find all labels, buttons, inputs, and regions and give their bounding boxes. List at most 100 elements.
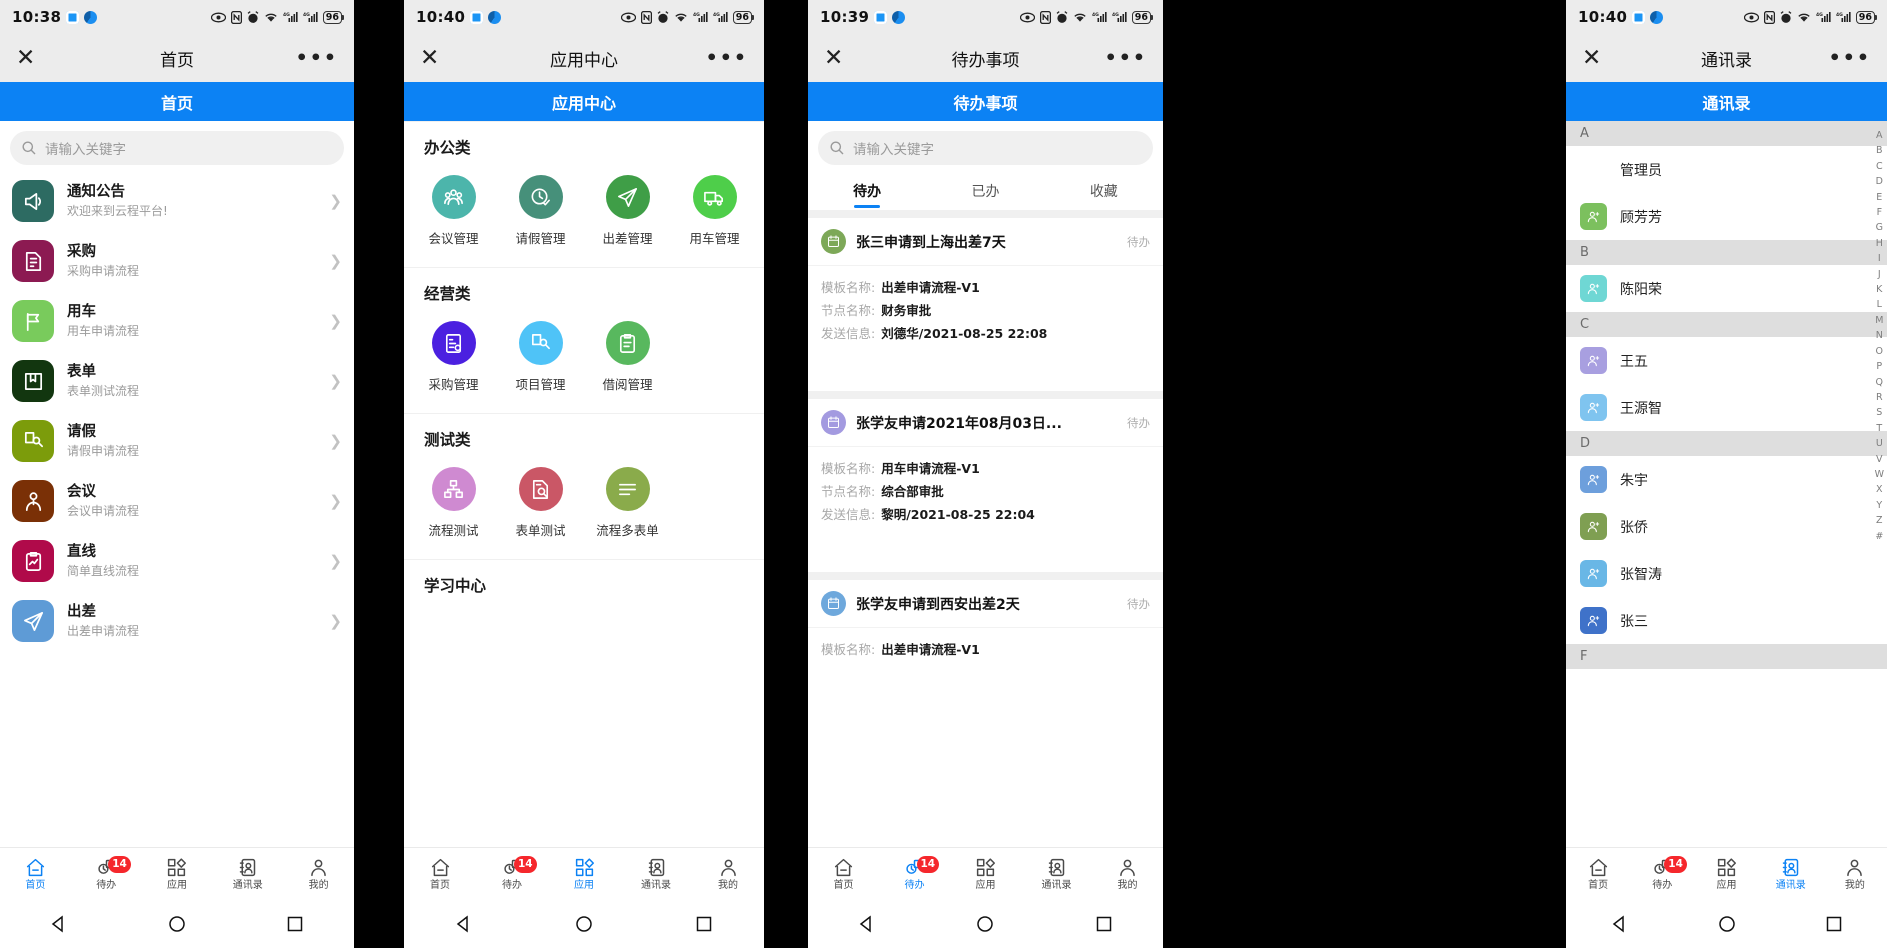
- list-item[interactable]: 直线 简单直线流程 ❯: [0, 531, 354, 591]
- list-item[interactable]: 出差 出差申请流程 ❯: [0, 591, 354, 651]
- back-icon[interactable]: [49, 914, 69, 934]
- tab-首页[interactable]: 首页: [1566, 857, 1630, 892]
- app-tile[interactable]: 流程测试: [410, 458, 497, 549]
- tab-应用[interactable]: 应用: [950, 857, 1021, 892]
- close-icon[interactable]: ✕: [420, 46, 439, 70]
- tab-首页[interactable]: 首页: [404, 857, 476, 892]
- app-tile[interactable]: 出差管理: [584, 166, 671, 257]
- index-letter[interactable]: H: [1876, 236, 1883, 251]
- app-tile[interactable]: 表单测试: [497, 458, 584, 549]
- index-letter[interactable]: S: [1876, 405, 1882, 420]
- index-letter[interactable]: O: [1876, 344, 1883, 359]
- search-input[interactable]: 请输入关键字: [818, 131, 1153, 165]
- index-letter[interactable]: J: [1878, 267, 1881, 282]
- contact-row[interactable]: 管理员: [1566, 146, 1887, 193]
- todo-tab-待办[interactable]: 待办: [808, 171, 926, 210]
- tab-应用[interactable]: 应用: [142, 857, 213, 892]
- app-tile[interactable]: 采购管理: [410, 312, 497, 403]
- todo-tab-已办[interactable]: 已办: [926, 171, 1044, 210]
- close-icon[interactable]: ✕: [824, 46, 843, 70]
- tab-通讯录[interactable]: 通讯录: [212, 857, 283, 892]
- index-letter[interactable]: E: [1876, 190, 1882, 205]
- index-letter[interactable]: M: [1875, 313, 1883, 328]
- tab-通讯录[interactable]: 通讯录: [620, 857, 692, 892]
- list-item[interactable]: 请假 请假申请流程 ❯: [0, 411, 354, 471]
- contact-row[interactable]: 张三: [1566, 597, 1887, 644]
- tab-我的[interactable]: 我的: [1823, 857, 1887, 892]
- todo-tab-收藏[interactable]: 收藏: [1045, 171, 1163, 210]
- back-icon[interactable]: [454, 914, 474, 934]
- home-circle-icon[interactable]: [167, 914, 187, 934]
- contact-row[interactable]: 王源智: [1566, 384, 1887, 431]
- tab-待办[interactable]: 14 待办: [1630, 855, 1694, 892]
- tab-应用[interactable]: 应用: [548, 857, 620, 892]
- app-tile[interactable]: 项目管理: [497, 312, 584, 403]
- index-letter[interactable]: U: [1876, 436, 1883, 451]
- todo-card[interactable]: 张三申请到上海出差7天 待办 模板名称: 出差申请流程-V1 节点名称: 财务审批 发送信息…: [808, 218, 1163, 391]
- index-letter[interactable]: X: [1876, 482, 1883, 497]
- contact-row[interactable]: 朱宇: [1566, 456, 1887, 503]
- list-item[interactable]: 采购 采购申请流程 ❯: [0, 231, 354, 291]
- contact-row[interactable]: 王五: [1566, 337, 1887, 384]
- home-circle-icon[interactable]: [1717, 914, 1737, 934]
- tab-应用[interactable]: 应用: [1694, 857, 1758, 892]
- index-letter[interactable]: V: [1876, 452, 1883, 467]
- app-tile[interactable]: 流程多表单: [584, 458, 671, 549]
- tab-我的[interactable]: 我的: [1092, 857, 1163, 892]
- index-letter[interactable]: G: [1876, 220, 1883, 235]
- index-letter[interactable]: N: [1876, 328, 1883, 343]
- app-tile[interactable]: 会议管理: [410, 166, 497, 257]
- tab-通讯录[interactable]: 通讯录: [1759, 857, 1823, 892]
- list-item[interactable]: 表单 表单测试流程 ❯: [0, 351, 354, 411]
- more-icon[interactable]: •••: [706, 49, 748, 68]
- close-icon[interactable]: ✕: [16, 46, 35, 70]
- alphabet-index[interactable]: A B C D E F G H I J K L M N O P Q R S T U V W X Y Z #: [1875, 128, 1884, 544]
- tab-待办[interactable]: 14 待办: [476, 855, 548, 892]
- index-letter[interactable]: K: [1876, 282, 1882, 297]
- index-letter[interactable]: C: [1876, 159, 1883, 174]
- index-letter[interactable]: A: [1876, 128, 1883, 143]
- contact-row[interactable]: 张智涛: [1566, 550, 1887, 597]
- close-icon[interactable]: ✕: [1582, 46, 1601, 70]
- recents-icon[interactable]: [285, 914, 305, 934]
- index-letter[interactable]: B: [1876, 143, 1883, 158]
- recents-icon[interactable]: [1824, 914, 1844, 934]
- app-tile[interactable]: 借阅管理: [584, 312, 671, 403]
- contact-row[interactable]: 陈阳荣: [1566, 265, 1887, 312]
- todo-card[interactable]: 张学友申请到西安出差2天 待办 模板名称: 出差申请流程-V1: [808, 580, 1163, 665]
- list-item[interactable]: 用车 用车申请流程 ❯: [0, 291, 354, 351]
- index-letter[interactable]: D: [1876, 174, 1883, 189]
- app-tile[interactable]: 请假管理: [497, 166, 584, 257]
- index-letter[interactable]: P: [1876, 359, 1882, 374]
- tab-首页[interactable]: 首页: [808, 857, 879, 892]
- tab-待办[interactable]: 14 待办: [879, 855, 950, 892]
- back-icon[interactable]: [857, 914, 877, 934]
- home-circle-icon[interactable]: [574, 914, 594, 934]
- list-item[interactable]: 会议 会议申请流程 ❯: [0, 471, 354, 531]
- index-letter[interactable]: #: [1875, 529, 1883, 544]
- recents-icon[interactable]: [694, 914, 714, 934]
- more-icon[interactable]: •••: [1829, 49, 1871, 68]
- index-letter[interactable]: F: [1877, 205, 1882, 220]
- tab-首页[interactable]: 首页: [0, 857, 71, 892]
- more-icon[interactable]: •••: [296, 49, 338, 68]
- todo-card[interactable]: 张学友申请2021年08月03日... 待办 模板名称: 用车申请流程-V1 节点名称:…: [808, 399, 1163, 572]
- index-letter[interactable]: Z: [1876, 513, 1883, 528]
- tab-通讯录[interactable]: 通讯录: [1021, 857, 1092, 892]
- app-tile[interactable]: 用车管理: [671, 166, 758, 257]
- contact-row[interactable]: 顾芳芳: [1566, 193, 1887, 240]
- index-letter[interactable]: T: [1876, 421, 1882, 436]
- search-input[interactable]: 请输入关键字: [10, 131, 344, 165]
- recents-icon[interactable]: [1094, 914, 1114, 934]
- tab-我的[interactable]: 我的: [283, 857, 354, 892]
- index-letter[interactable]: L: [1877, 297, 1882, 312]
- list-item[interactable]: 通知公告 欢迎来到云程平台! ❯: [0, 171, 354, 231]
- tab-待办[interactable]: 14 待办: [71, 855, 142, 892]
- home-circle-icon[interactable]: [975, 914, 995, 934]
- index-letter[interactable]: W: [1875, 467, 1884, 482]
- index-letter[interactable]: Y: [1876, 498, 1882, 513]
- more-icon[interactable]: •••: [1105, 49, 1147, 68]
- index-letter[interactable]: Q: [1876, 375, 1883, 390]
- contact-row[interactable]: 张侨: [1566, 503, 1887, 550]
- index-letter[interactable]: I: [1878, 251, 1881, 266]
